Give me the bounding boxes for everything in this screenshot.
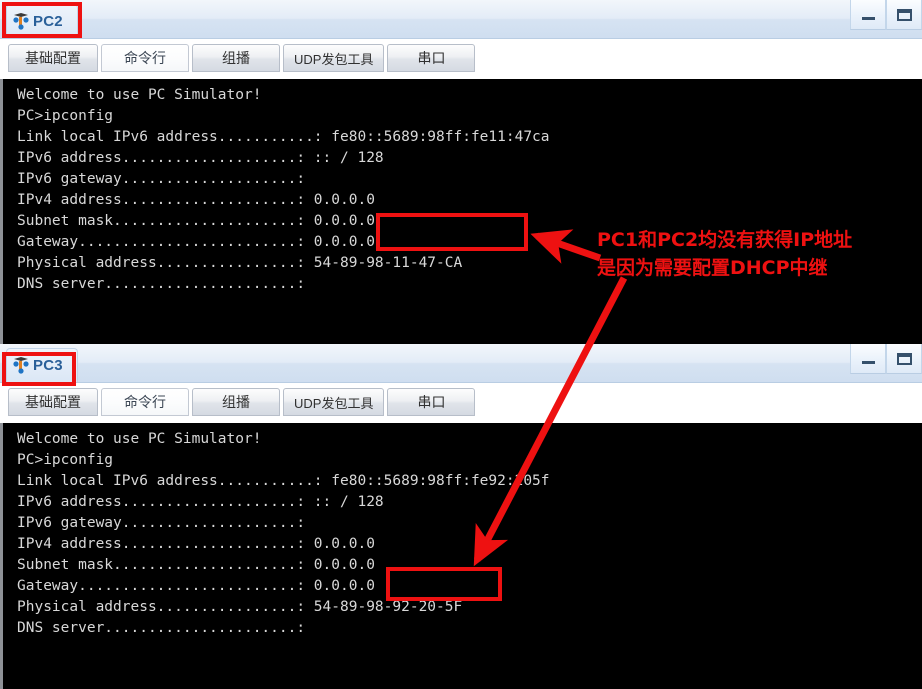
tab-serial-port-pc3[interactable]: 串口 — [387, 388, 476, 416]
terminal-line: PC>ipconfig — [17, 108, 114, 124]
maximize-button-pc2[interactable] — [886, 0, 922, 30]
terminal-line: IPv6 address....................: :: / 1… — [17, 494, 384, 510]
terminal-line: Subnet mask.....................: 0.0.0.… — [17, 213, 375, 229]
maximize-button-pc3[interactable] — [886, 344, 922, 374]
pc-simulator-icon — [13, 357, 29, 374]
tab-udp-tool-pc2[interactable]: UDP发包工具 — [283, 44, 385, 72]
terminal-line: Physical address................: 54-89-… — [17, 599, 463, 615]
minimize-button-pc2[interactable] — [850, 0, 886, 30]
minimize-icon — [861, 17, 875, 20]
window-pc2: PC2 基础配置 命令行 组播 UDP发包工具 串口 Welcome to us… — [0, 0, 922, 344]
terminal-line: IPv6 gateway....................: — [17, 515, 306, 531]
terminal-line: IPv4 address....................: 0.0.0.… — [17, 536, 375, 552]
titlebar-pc3: PC3 — [0, 344, 922, 383]
minimize-button-pc3[interactable] — [850, 344, 886, 374]
tab-basic-config-pc2[interactable]: 基础配置 — [8, 44, 98, 72]
window-pc3: PC3 基础配置 命令行 组播 UDP发包工具 串口 Welcome to us… — [0, 344, 922, 689]
window-title-pc2: PC2 — [33, 13, 63, 30]
terminal-line: IPv4 address....................: 0.0.0.… — [17, 192, 375, 208]
terminal-line: Link local IPv6 address...........: fe80… — [17, 473, 550, 489]
window-title-pc3: PC3 — [33, 357, 63, 374]
terminal-line: Gateway.........................: 0.0.0.… — [17, 578, 375, 594]
tab-command-line-pc2[interactable]: 命令行 — [101, 44, 189, 72]
terminal-line: Welcome to use PC Simulator! — [17, 431, 262, 447]
terminal-line: Link local IPv6 address...........: fe80… — [17, 129, 550, 145]
tabstrip-pc2: 基础配置 命令行 组播 UDP发包工具 串口 — [0, 39, 922, 79]
terminal-line: Welcome to use PC Simulator! — [17, 87, 262, 103]
titlebar-pc2: PC2 — [0, 0, 922, 39]
tab-multicast-pc3[interactable]: 组播 — [192, 388, 280, 416]
terminal-line: IPv6 gateway....................: — [17, 171, 306, 187]
minimize-icon — [861, 361, 875, 364]
window-tab-pc3[interactable]: PC3 — [6, 348, 78, 382]
pc-simulator-icon — [13, 13, 29, 30]
terminal-line: Subnet mask.....................: 0.0.0.… — [17, 557, 375, 573]
tabstrip-pc3: 基础配置 命令行 组播 UDP发包工具 串口 — [0, 383, 922, 423]
window-controls-pc3 — [850, 344, 922, 374]
terminal-output-pc2[interactable]: Welcome to use PC Simulator! PC>ipconfig… — [0, 79, 922, 344]
terminal-line: DNS server......................: — [17, 276, 306, 292]
maximize-icon — [896, 8, 912, 21]
tab-command-line-pc3[interactable]: 命令行 — [101, 388, 189, 416]
window-controls-pc2 — [850, 0, 922, 30]
terminal-output-pc3[interactable]: Welcome to use PC Simulator! PC>ipconfig… — [0, 423, 922, 689]
tab-multicast-pc2[interactable]: 组播 — [192, 44, 280, 72]
window-tab-pc2[interactable]: PC2 — [6, 4, 78, 38]
tab-udp-tool-pc3[interactable]: UDP发包工具 — [283, 388, 385, 416]
terminal-line: DNS server......................: — [17, 620, 306, 636]
maximize-icon — [896, 352, 912, 365]
tab-basic-config-pc3[interactable]: 基础配置 — [8, 388, 98, 416]
tab-serial-port-pc2[interactable]: 串口 — [387, 44, 476, 72]
terminal-line: PC>ipconfig — [17, 452, 114, 468]
terminal-line: IPv6 address....................: :: / 1… — [17, 150, 384, 166]
terminal-line: Physical address................: 54-89-… — [17, 255, 463, 271]
terminal-line: Gateway.........................: 0.0.0.… — [17, 234, 375, 250]
